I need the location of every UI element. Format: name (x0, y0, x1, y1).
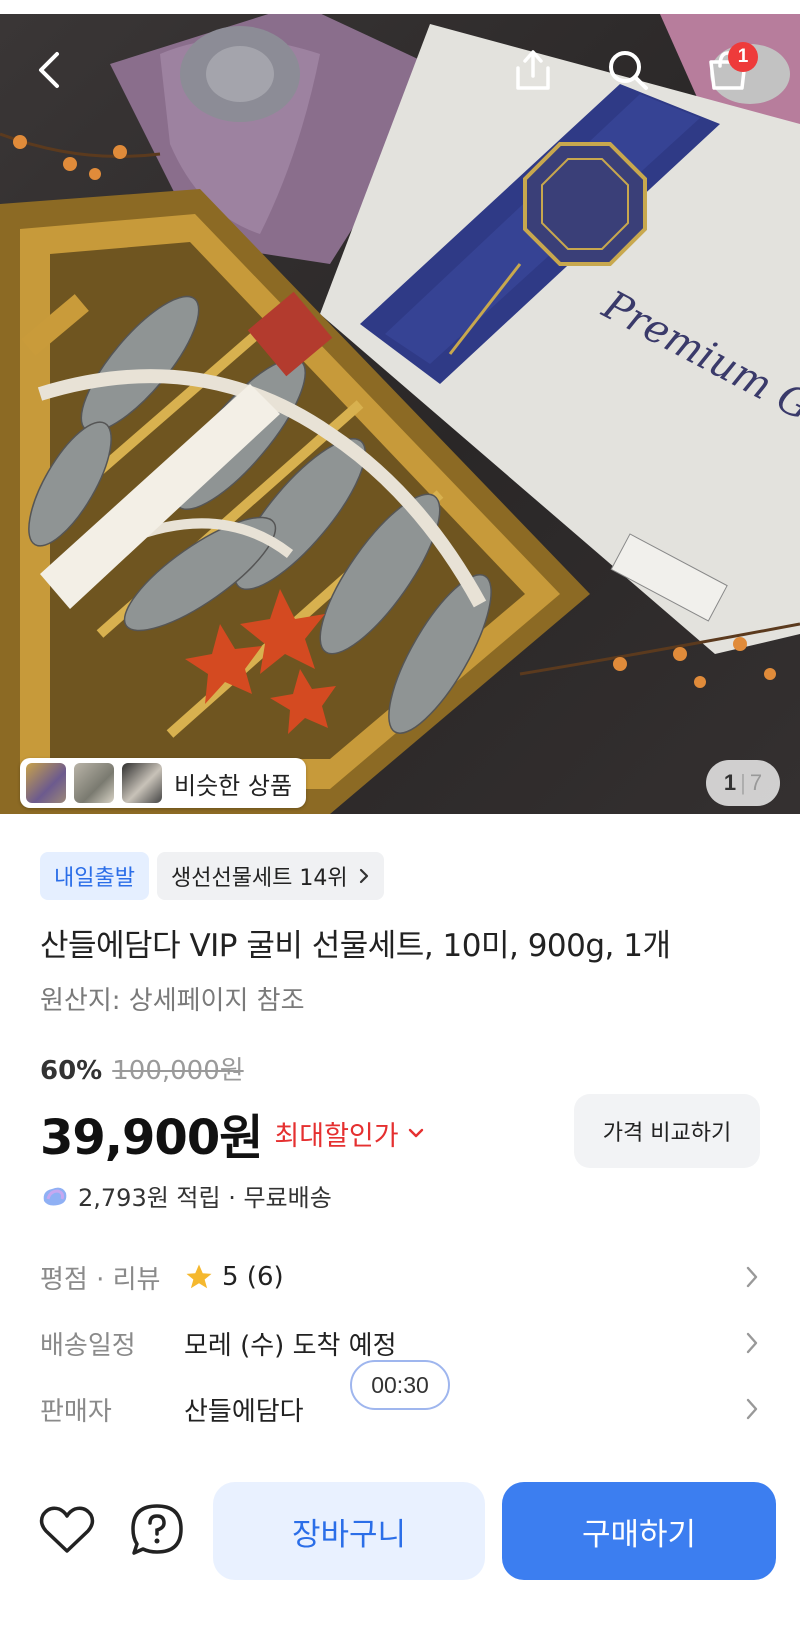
sale-price: 39,900원 (40, 1110, 263, 1166)
rewards-text: 2,793원 적립 · 무료배송 (78, 1184, 332, 1212)
seller-value: 산들에담다 (184, 1396, 304, 1427)
max-discount-toggle[interactable]: 최대할인가 (274, 1114, 424, 1153)
chevron-right-icon (746, 1332, 758, 1354)
back-button[interactable] (22, 42, 78, 98)
search-icon (609, 51, 648, 90)
cart-count-badge: 1 (728, 42, 758, 72)
similar-products-button[interactable]: 비슷한 상품 (20, 758, 307, 808)
price-compare-button[interactable]: 가격 비교하기 (574, 1094, 760, 1168)
price-row: 39,900원 최대할인가 (40, 1098, 425, 1168)
chevron-right-icon (359, 868, 368, 884)
max-discount-label: 최대할인가 (274, 1120, 399, 1152)
similar-thumb-2 (74, 763, 114, 803)
similar-products-label: 비슷한 상품 (174, 771, 293, 800)
product-image-gallery[interactable]: Premium Gift Set (0, 14, 800, 814)
status-bar (0, 0, 800, 14)
delivery-label: 배송일정 (40, 1330, 136, 1361)
star-icon (186, 1264, 212, 1289)
product-title: 산들에담다 VIP 굴비 선물세트, 10미, 900g, 1개 (40, 928, 671, 964)
delivery-badge: 내일출발 (40, 852, 149, 900)
chevron-down-icon (408, 1128, 423, 1138)
seller-label: 판매자 (40, 1396, 112, 1427)
cash-reward-icon (43, 1187, 67, 1205)
product-photo: Premium Gift Set (0, 14, 800, 814)
chevron-left-icon (39, 52, 59, 88)
ranking-label: 생선선물세트 14위 (170, 866, 348, 891)
timer-badge: 00:30 (350, 1360, 450, 1410)
chevron-right-icon (746, 1398, 758, 1420)
share-button[interactable] (505, 42, 561, 98)
original-price: 100,000원 (112, 1056, 244, 1086)
pager-separator: | (740, 770, 746, 795)
buy-now-button[interactable]: 구매하기 (502, 1482, 776, 1580)
rating-value: 5 (6) (222, 1262, 284, 1292)
wishlist-button[interactable] (37, 1500, 97, 1560)
rating-review-row[interactable]: 평점 · 리뷰 5 (6) (40, 1252, 760, 1302)
cart-button[interactable]: 1 (700, 42, 758, 98)
rating-label: 평점 · 리뷰 (40, 1264, 161, 1295)
ranking-badge[interactable]: 생선선물세트 14위 (156, 852, 384, 900)
rewards-row: 2,793원 적립 · 무료배송 (40, 1178, 332, 1213)
product-origin: 원산지: 상세페이지 참조 (40, 986, 305, 1016)
discount-row: 60% 100,000원 (40, 1050, 244, 1087)
search-button[interactable] (600, 42, 656, 98)
add-to-cart-button[interactable]: 장바구니 (213, 1482, 485, 1580)
rating-value-group: 5 (6) (184, 1262, 284, 1292)
inquiry-button[interactable] (127, 1500, 187, 1560)
image-pager: 1 | 7 (706, 760, 780, 806)
similar-thumb-3 (122, 763, 162, 803)
similar-thumb-1 (26, 763, 66, 803)
share-icon (516, 50, 550, 90)
product-tags: 내일출발 생선선물세트 14위 (40, 852, 384, 900)
chevron-right-icon (746, 1266, 758, 1288)
pager-current: 1 (723, 770, 737, 795)
discount-rate: 60% (40, 1056, 103, 1086)
question-bubble-icon (131, 1504, 183, 1555)
pager-total: 7 (749, 770, 763, 795)
delivery-value: 모레 (수) 도착 예정 (184, 1330, 397, 1361)
heart-icon (39, 1506, 95, 1553)
